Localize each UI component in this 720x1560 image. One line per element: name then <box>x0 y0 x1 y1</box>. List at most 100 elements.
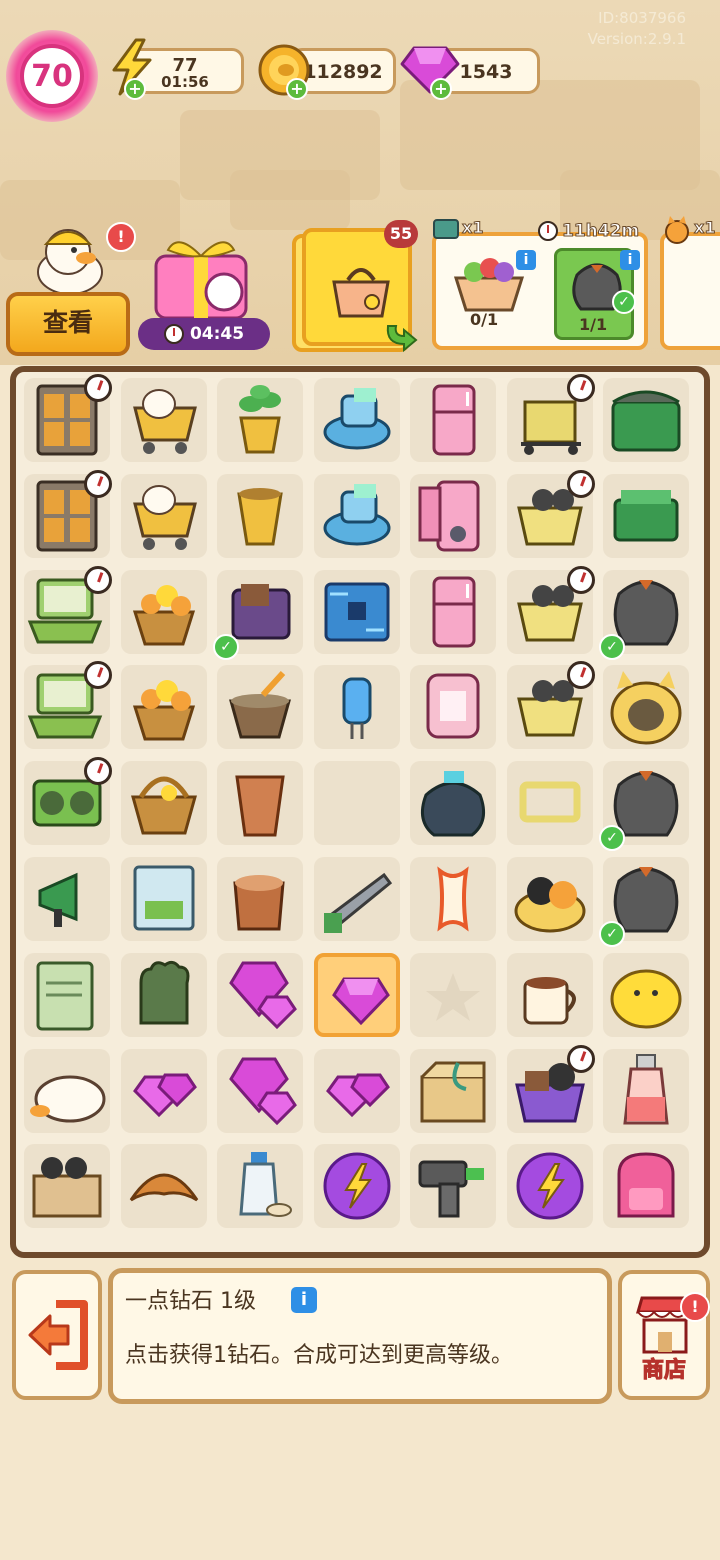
board-cell[interactable] <box>217 1144 303 1229</box>
timer-clock-icon <box>566 661 595 690</box>
board-cell[interactable] <box>506 857 593 941</box>
board-cell[interactable] <box>410 952 496 1037</box>
gem-cluster-icon <box>229 1057 297 1125</box>
board-cell[interactable] <box>313 1144 400 1229</box>
board-cell[interactable] <box>24 952 110 1037</box>
add-coins-button[interactable]: + <box>286 78 308 100</box>
board-cell[interactable] <box>217 378 303 462</box>
shop-label: 商店 <box>641 1358 686 1384</box>
board-cell[interactable] <box>313 857 400 941</box>
timer-clock-icon <box>84 757 112 786</box>
board-cell[interactable] <box>120 1144 207 1229</box>
arrow-icon <box>386 325 418 353</box>
gift-box-icon[interactable] <box>148 232 254 322</box>
work-glove-icon <box>139 960 189 1025</box>
board-cell[interactable] <box>313 569 400 654</box>
board-cell[interactable] <box>410 1144 496 1229</box>
order-timer: 11h42m <box>538 216 654 246</box>
veggie-basket-icon <box>453 258 525 312</box>
board-cell[interactable] <box>506 661 595 750</box>
board-cell[interactable] <box>313 378 400 462</box>
board-cell[interactable] <box>506 374 595 462</box>
board-cell[interactable] <box>410 378 496 462</box>
add-energy-button[interactable]: + <box>124 78 146 100</box>
item-info-icon[interactable]: i <box>291 1287 317 1313</box>
board-cell[interactable] <box>217 857 303 941</box>
order-card[interactable]: i 0/1 1/1 i ✓ <box>432 232 648 350</box>
board-cell[interactable] <box>24 857 110 941</box>
board-cell[interactable] <box>410 569 496 654</box>
merge-board: ✓ ✓ ✓ ✓ <box>10 366 710 1258</box>
board-cell[interactable] <box>410 665 496 750</box>
board-cell[interactable] <box>603 473 689 558</box>
board-cell[interactable] <box>410 473 496 558</box>
board-cell[interactable] <box>24 374 112 462</box>
board-cell[interactable] <box>120 761 207 846</box>
board-cell[interactable] <box>313 473 400 558</box>
board-cell[interactable] <box>506 1044 595 1133</box>
board-cell[interactable] <box>120 665 207 750</box>
board-cell[interactable] <box>217 952 303 1037</box>
board-cell[interactable] <box>603 952 689 1037</box>
order-info-icon[interactable]: i <box>620 250 640 270</box>
board-cell[interactable] <box>217 473 303 558</box>
croissant-icon <box>129 1174 198 1202</box>
robot-vacuum-icon <box>323 483 390 546</box>
board-cell[interactable] <box>603 1144 689 1229</box>
timer-clock-icon <box>566 469 595 498</box>
board-cell[interactable] <box>313 1048 400 1133</box>
board-cell[interactable] <box>410 1048 496 1133</box>
board-cell[interactable] <box>313 665 400 750</box>
order-card-partial[interactable] <box>660 232 720 350</box>
duck-worker-icon[interactable] <box>30 220 110 294</box>
open-fridge-icon <box>418 480 480 552</box>
board-cell[interactable] <box>603 1048 689 1133</box>
player-id: ID:8037966 <box>598 9 686 27</box>
clock-icon <box>538 221 558 241</box>
board-cell[interactable] <box>217 1048 303 1133</box>
check-icon: ✓ <box>599 921 625 947</box>
board-cell[interactable] <box>603 378 689 462</box>
board-cell[interactable] <box>410 857 496 941</box>
board-cell[interactable] <box>120 569 207 654</box>
board-cell[interactable] <box>506 952 593 1037</box>
board-cell[interactable] <box>24 757 112 846</box>
inspect-button[interactable]: 查看 <box>6 292 130 356</box>
board-cell[interactable] <box>24 469 112 558</box>
board-cell[interactable] <box>120 952 207 1037</box>
duck-book-icon <box>133 865 194 931</box>
clock-icon <box>163 324 184 344</box>
board-cell[interactable] <box>24 1048 110 1133</box>
board-cell[interactable] <box>24 565 112 654</box>
board-cell[interactable] <box>506 469 595 558</box>
board-cell[interactable] <box>24 1144 110 1229</box>
board-cell[interactable] <box>120 378 207 462</box>
board-cell[interactable]: ✓ <box>599 857 689 947</box>
shop-button[interactable]: 商店 ! <box>618 1270 710 1400</box>
board-cell[interactable] <box>217 761 303 846</box>
board-cell[interactable] <box>120 857 207 941</box>
item-description: 点击获得1钻石。合成可达到更高等级。 <box>125 1343 513 1368</box>
order-info-icon[interactable]: i <box>516 250 536 270</box>
board-cell[interactable] <box>603 665 689 750</box>
board-cell[interactable] <box>506 1144 593 1229</box>
selected-board-cell[interactable] <box>313 952 400 1037</box>
board-cell[interactable]: ✓ <box>599 569 689 660</box>
board-cell[interactable] <box>410 761 496 846</box>
player-level-badge[interactable]: 70 <box>6 30 98 122</box>
board-cell[interactable] <box>313 761 400 846</box>
board-cell[interactable] <box>217 665 303 750</box>
milk-bottle-icon <box>239 1152 292 1218</box>
board-cell[interactable] <box>120 473 207 558</box>
ink-bag-icon <box>420 771 486 837</box>
board-cell[interactable] <box>506 761 593 846</box>
handbag-icon <box>332 268 390 318</box>
board-cell[interactable] <box>506 565 595 654</box>
board-cell[interactable] <box>24 661 112 750</box>
exit-button[interactable] <box>12 1270 102 1400</box>
add-gems-button[interactable]: + <box>430 78 452 100</box>
item-info-panel: 一点钻石 1级 i 点击获得1钻石。合成可达到更高等级。 <box>108 1268 612 1404</box>
board-cell[interactable]: ✓ <box>599 761 689 852</box>
board-cell[interactable]: ✓ <box>213 569 303 660</box>
board-cell[interactable] <box>120 1048 207 1133</box>
